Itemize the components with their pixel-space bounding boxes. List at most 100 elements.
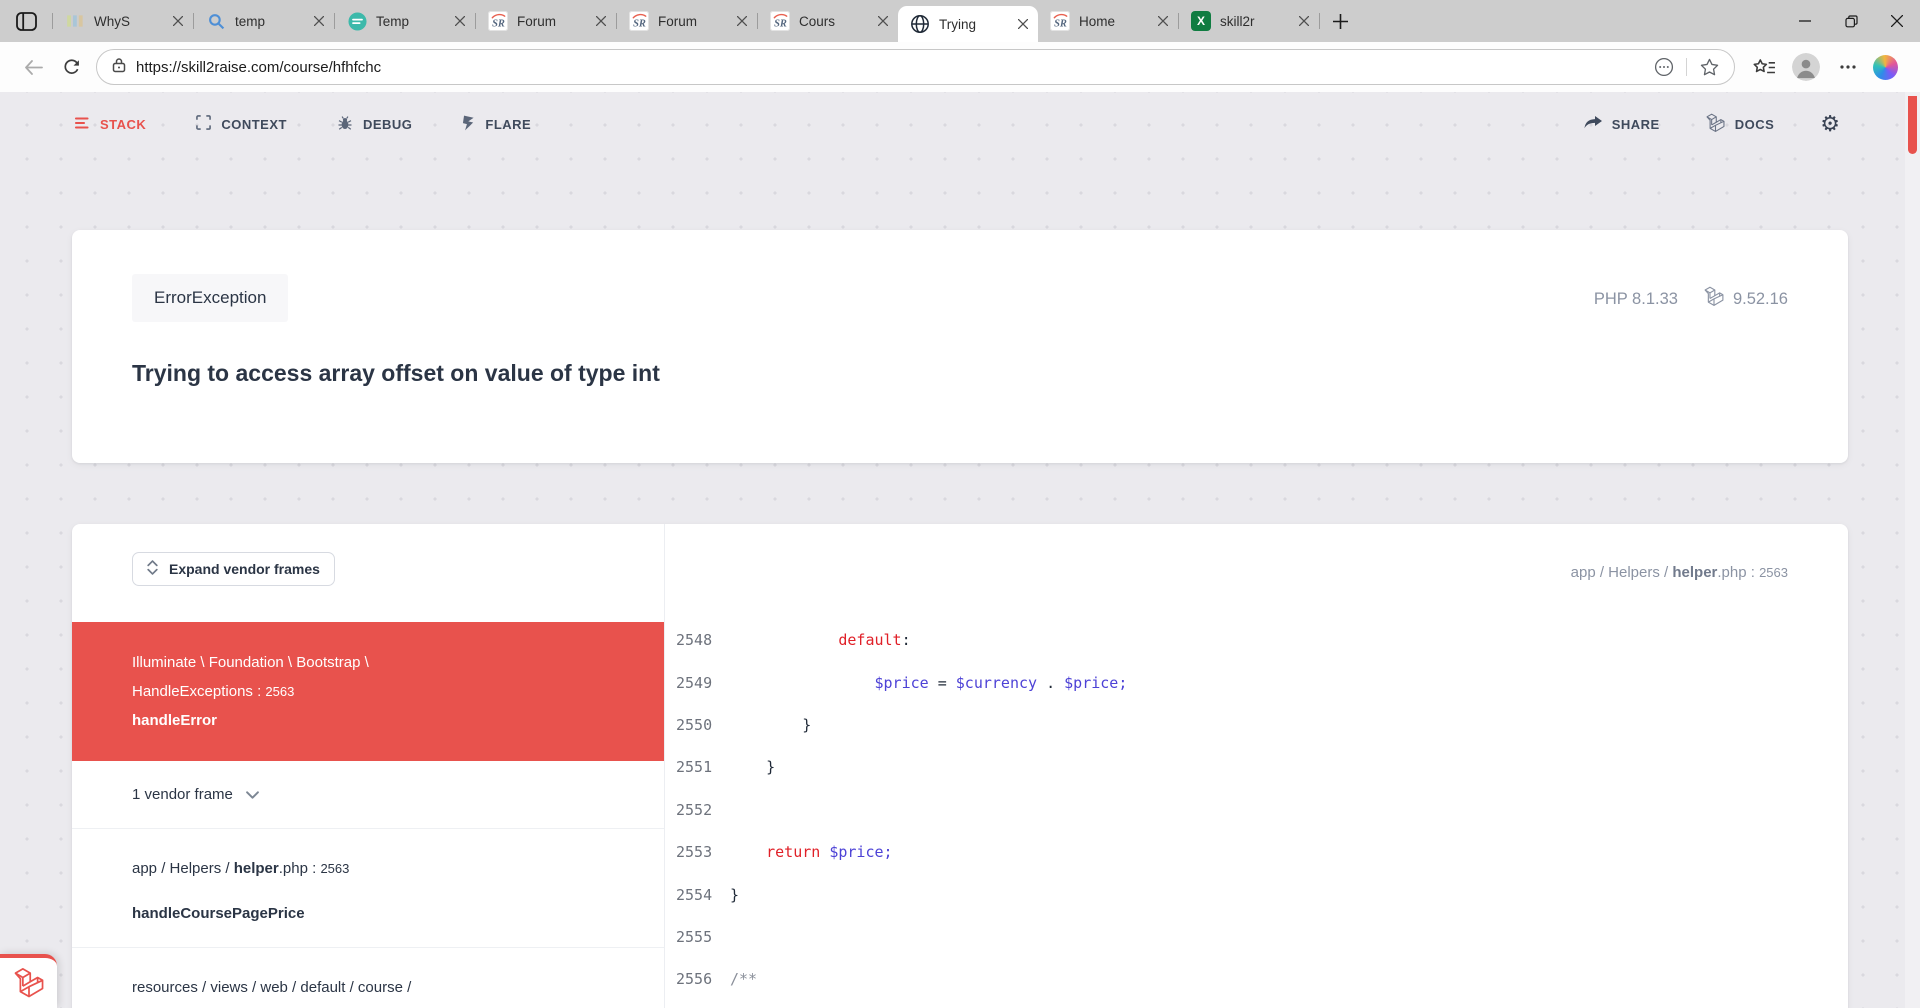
tab-title: temp bbox=[235, 14, 310, 29]
tab-title: Trying bbox=[939, 17, 1014, 32]
code-token: ; bbox=[1118, 674, 1127, 692]
frame-path-part: .php : bbox=[279, 860, 321, 877]
tab-title: Forum bbox=[517, 14, 592, 29]
profile-avatar[interactable] bbox=[1792, 53, 1820, 81]
expand-vendor-frames-button[interactable]: Expand vendor frames bbox=[132, 552, 335, 586]
workspaces-icon[interactable] bbox=[0, 0, 52, 42]
tab-close-icon[interactable] bbox=[1014, 15, 1032, 33]
code-token: $price bbox=[1064, 674, 1118, 692]
code-path-part: 2563 bbox=[1759, 565, 1788, 580]
browser-tab-temp[interactable]: Temp bbox=[335, 0, 475, 42]
search-favicon bbox=[206, 11, 226, 31]
browser-tab-forum[interactable]: SRForum bbox=[617, 0, 757, 42]
minimize-button[interactable] bbox=[1782, 0, 1828, 42]
error-message: Trying to access array offset on value o… bbox=[132, 360, 1788, 387]
laravel-version: 9.52.16 bbox=[1704, 286, 1788, 312]
vendor-frames-collapsed[interactable]: 1 vendor frame bbox=[72, 761, 664, 828]
code-line: 2556/** bbox=[665, 958, 1848, 1000]
frame-path: app / Helpers / helper.php : 2563 bbox=[132, 857, 604, 881]
tab-close-icon[interactable] bbox=[310, 12, 328, 30]
browser-tab-cours[interactable]: SRCours bbox=[758, 0, 898, 42]
browser-tab-whys[interactable]: WhyS bbox=[53, 0, 193, 42]
browser-menu-icon[interactable] bbox=[1829, 49, 1867, 85]
code-token: : bbox=[902, 631, 911, 649]
favorite-star-icon[interactable] bbox=[1694, 49, 1724, 85]
code-snippet: 2548 default:2549 $price = $currency . $… bbox=[665, 619, 1848, 1001]
lock-icon bbox=[112, 57, 126, 78]
code-token bbox=[730, 843, 766, 861]
copilot-icon[interactable] bbox=[1873, 55, 1898, 80]
docs-button[interactable]: DOCS bbox=[1706, 113, 1775, 136]
browser-tab-temp[interactable]: temp bbox=[194, 0, 334, 42]
frame-method: handleError bbox=[132, 706, 624, 735]
stack-card: Expand vendor frames Illuminate \ Founda… bbox=[72, 524, 1848, 1008]
bug-icon bbox=[337, 115, 353, 134]
browser-navbar: https://skill2raise.com/course/hfhfchc bbox=[0, 42, 1920, 92]
tab-context-label: CONTEXT bbox=[221, 117, 287, 132]
tab-debug[interactable]: DEBUG bbox=[337, 115, 412, 134]
expand-vendor-frames-label: Expand vendor frames bbox=[169, 561, 320, 577]
svg-text:SR: SR bbox=[492, 18, 505, 29]
code-line-text: } bbox=[719, 886, 739, 904]
stack-frame[interactable]: app / Helpers / helper.php : 2563handleC… bbox=[72, 828, 664, 947]
browser-tab-skill2r[interactable]: Xskill2r bbox=[1179, 0, 1319, 42]
frames-list: Illuminate \ Foundation \ Bootstrap \Han… bbox=[72, 622, 664, 1008]
new-tab-button[interactable] bbox=[1320, 0, 1360, 42]
browser-tab-forum[interactable]: SR Forum bbox=[476, 0, 616, 42]
sr-favicon: SR bbox=[770, 11, 790, 31]
tab-close-icon[interactable] bbox=[592, 12, 610, 30]
tab-close-icon[interactable] bbox=[1154, 12, 1172, 30]
refresh-icon[interactable] bbox=[52, 49, 90, 85]
stack-frame-active[interactable]: Illuminate \ Foundation \ Bootstrap \Han… bbox=[72, 622, 664, 761]
favorites-bar-icon[interactable] bbox=[1745, 49, 1783, 85]
stack-frame[interactable]: resources / views / web / default / cour… bbox=[72, 947, 664, 1008]
tab-flare-label: FLARE bbox=[485, 117, 531, 132]
back-icon[interactable] bbox=[14, 49, 52, 85]
code-line-text: default: bbox=[719, 631, 911, 649]
code-token: = bbox=[929, 674, 956, 692]
tab-stack[interactable]: STACK bbox=[74, 115, 146, 134]
tab-context[interactable]: CONTEXT bbox=[196, 115, 287, 133]
tab-debug-label: DEBUG bbox=[363, 117, 412, 132]
ignition-toolbar: STACK CONTEXT DEBUG F bbox=[0, 92, 1920, 156]
code-line-number: 2554 bbox=[665, 886, 719, 904]
code-line-text: $price = $currency . $price; bbox=[719, 674, 1127, 692]
exception-class-badge: ErrorException bbox=[132, 274, 288, 322]
code-line-number: 2552 bbox=[665, 801, 719, 819]
restore-button[interactable] bbox=[1828, 0, 1874, 42]
circle-ellipsis-icon[interactable] bbox=[1649, 49, 1679, 85]
browser-tab-trying[interactable]: Trying bbox=[898, 6, 1038, 42]
tab-flare[interactable]: FLARE bbox=[462, 115, 531, 134]
framework-version: 9.52.16 bbox=[1733, 290, 1788, 309]
code-line-text: } bbox=[719, 716, 811, 734]
code-token: $currency bbox=[956, 674, 1037, 692]
browser-tab-home[interactable]: SRHome bbox=[1038, 0, 1178, 42]
page-content: STACK CONTEXT DEBUG F bbox=[0, 92, 1920, 1008]
settings-gear-icon[interactable]: ⚙ bbox=[1820, 113, 1840, 135]
code-token: . bbox=[1037, 674, 1064, 692]
url-text[interactable]: https://skill2raise.com/course/hfhfchc bbox=[136, 59, 1649, 76]
tab-close-icon[interactable] bbox=[1295, 12, 1313, 30]
svg-text:SR: SR bbox=[774, 18, 787, 29]
collapsed-label: 1 vendor frame bbox=[132, 786, 233, 803]
code-line-text: return $price; bbox=[719, 843, 893, 861]
close-window-button[interactable] bbox=[1874, 0, 1920, 42]
code-line: 2549 $price = $currency . $price; bbox=[665, 661, 1848, 703]
tab-close-icon[interactable] bbox=[451, 12, 469, 30]
address-bar[interactable]: https://skill2raise.com/course/hfhfchc bbox=[96, 49, 1735, 85]
tab-close-icon[interactable] bbox=[733, 12, 751, 30]
scrollbar-track[interactable] bbox=[1905, 92, 1920, 1008]
svg-text:SR: SR bbox=[1054, 18, 1067, 29]
excel-favicon: X bbox=[1191, 11, 1211, 31]
code-line-text: /** bbox=[719, 970, 757, 988]
code-path-part: .php : bbox=[1717, 564, 1759, 581]
scrollbar-thumb[interactable] bbox=[1908, 96, 1917, 154]
laravel-corner-badge[interactable] bbox=[0, 954, 57, 1008]
stack-frames-panel: Expand vendor frames Illuminate \ Founda… bbox=[72, 524, 665, 1008]
tab-close-icon[interactable] bbox=[169, 12, 187, 30]
sr-favicon: SR bbox=[1050, 11, 1070, 31]
frame-path: Illuminate \ Foundation \ Bootstrap \ bbox=[132, 648, 624, 677]
frame-path: HandleExceptions : 2563 bbox=[132, 677, 624, 706]
tab-close-icon[interactable] bbox=[874, 12, 892, 30]
share-button[interactable]: SHARE bbox=[1584, 116, 1660, 133]
